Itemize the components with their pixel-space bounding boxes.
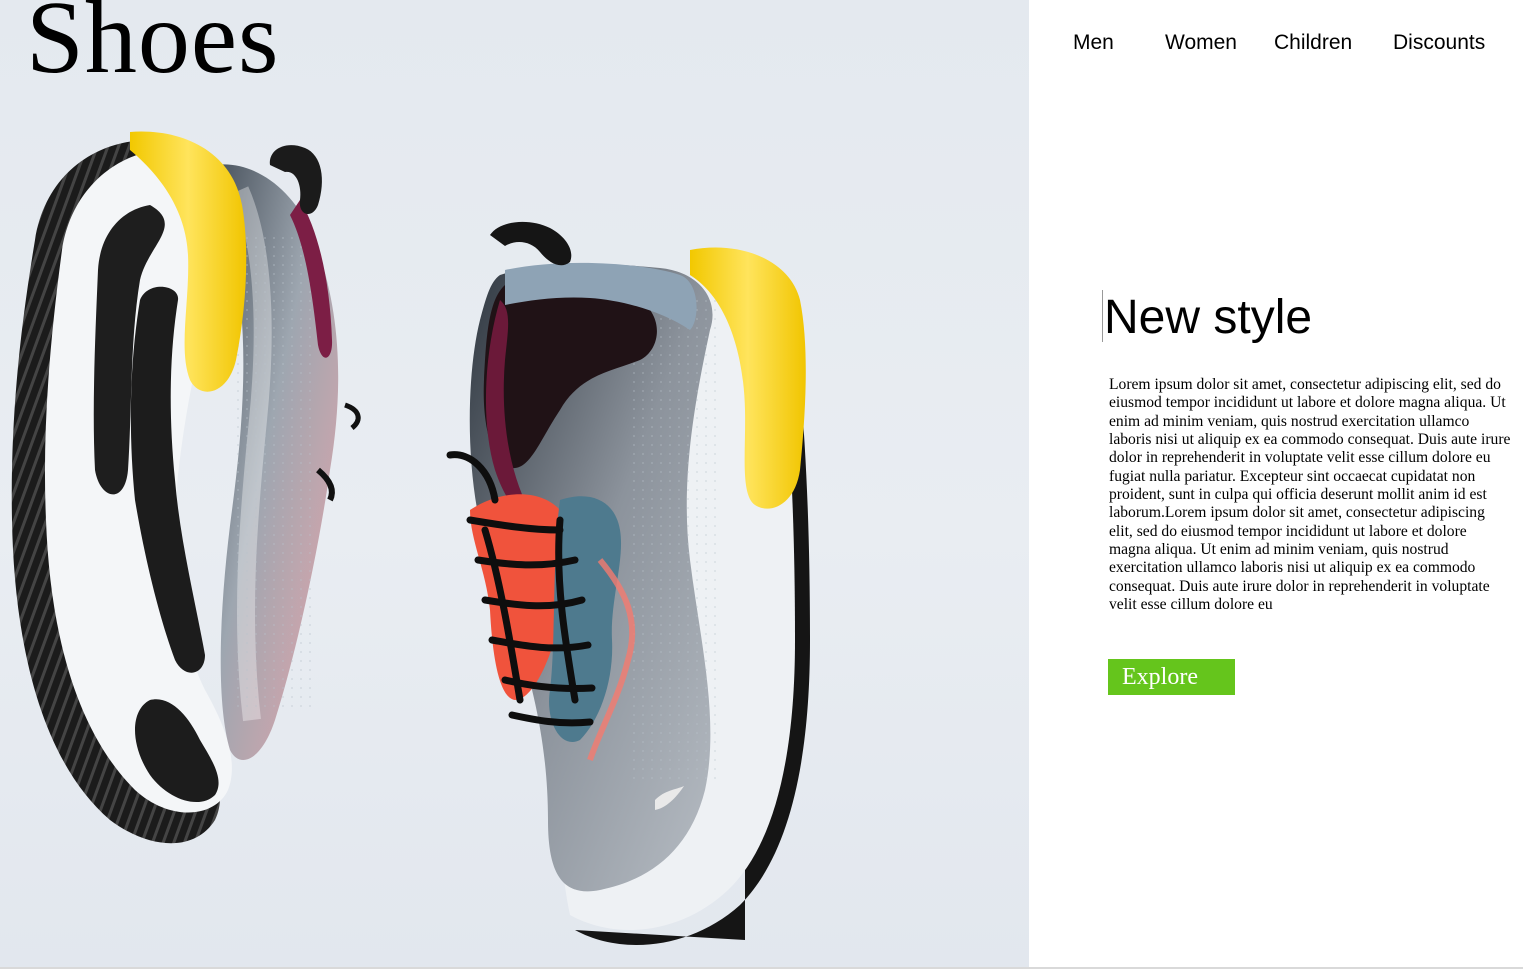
nav-item-women[interactable]: Women bbox=[1165, 31, 1237, 55]
brand-title: Shoes bbox=[26, 0, 280, 95]
main-nav: Men Women Children Discounts bbox=[1029, 31, 1523, 57]
nav-item-discounts[interactable]: Discounts bbox=[1393, 31, 1485, 55]
hero-image: Shoes bbox=[0, 0, 1029, 969]
sneakers-illustration bbox=[11, 131, 810, 945]
right-shoe bbox=[446, 221, 810, 945]
headline-divider bbox=[1102, 290, 1103, 342]
explore-button[interactable]: Explore bbox=[1108, 659, 1235, 695]
description-text: Lorem ipsum dolor sit amet, consectetur … bbox=[1109, 376, 1511, 614]
nav-item-children[interactable]: Children bbox=[1274, 31, 1352, 55]
section-headline: New style bbox=[1104, 291, 1313, 344]
left-shoe bbox=[11, 131, 361, 844]
page: Shoes Men Women Children Discounts New s… bbox=[0, 0, 1523, 969]
nav-item-men[interactable]: Men bbox=[1073, 31, 1114, 55]
content-panel: Men Women Children Discounts New style L… bbox=[1029, 0, 1523, 969]
